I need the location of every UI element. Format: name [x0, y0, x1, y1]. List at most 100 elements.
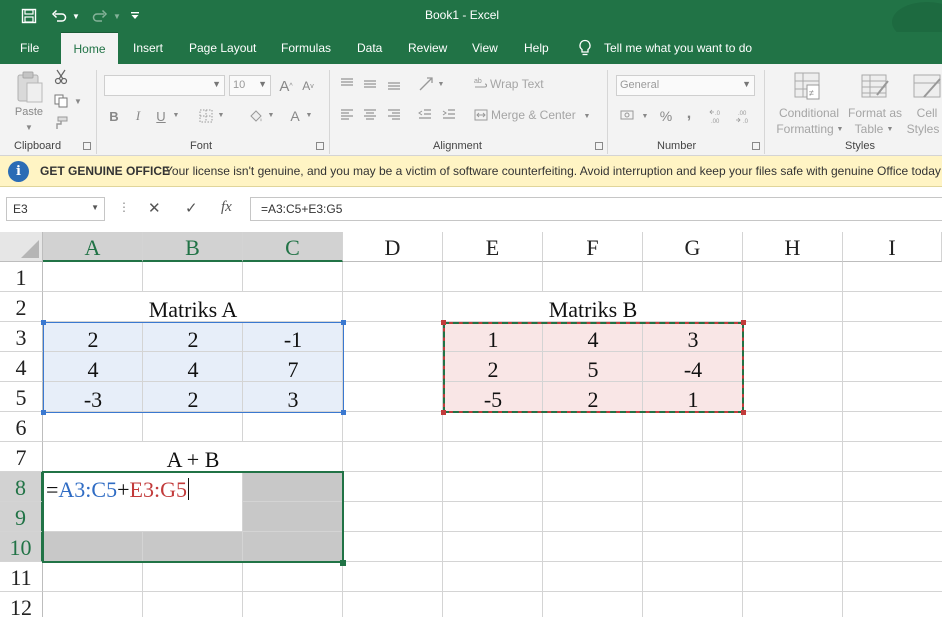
- number-launcher-icon[interactable]: [752, 142, 760, 150]
- tab-help[interactable]: Help: [514, 32, 559, 64]
- conditional-formatting-label-2[interactable]: Formatting: [773, 121, 837, 136]
- align-middle-icon[interactable]: [361, 76, 379, 92]
- alignment-launcher-icon[interactable]: [595, 142, 603, 150]
- font-name-combobox[interactable]: ▼: [104, 75, 225, 96]
- row-header-7[interactable]: 7: [0, 442, 43, 472]
- cell-styles-icon[interactable]: [912, 70, 942, 102]
- copy-dropdown-icon[interactable]: ▼: [72, 94, 84, 108]
- italic-button[interactable]: I: [130, 106, 146, 126]
- row-header-2[interactable]: 2: [0, 292, 43, 322]
- merge-dropdown-icon[interactable]: ▼: [582, 109, 592, 123]
- conditional-formatting-icon[interactable]: ≠: [792, 70, 824, 102]
- format-as-table-icon[interactable]: [859, 70, 891, 102]
- tab-data[interactable]: Data: [347, 32, 392, 64]
- col-header-a[interactable]: A: [43, 232, 143, 262]
- fill-color-icon[interactable]: [246, 106, 266, 126]
- merge-center-icon[interactable]: [473, 106, 489, 124]
- enter-icon[interactable]: ✓: [185, 199, 198, 217]
- merge-center-button[interactable]: Merge & Center: [491, 107, 576, 123]
- range-b-handle[interactable]: [441, 410, 446, 415]
- font-size-combobox[interactable]: 10 ▼: [229, 75, 271, 96]
- conditional-formatting-dropdown-icon[interactable]: ▼: [836, 123, 844, 135]
- range-a-handle[interactable]: [41, 410, 46, 415]
- format-painter-icon[interactable]: [52, 114, 70, 132]
- conditional-formatting-label-1[interactable]: Conditional: [773, 105, 845, 120]
- wrap-text-icon[interactable]: ab: [473, 74, 489, 92]
- tab-home[interactable]: Home: [61, 32, 118, 64]
- col-header-d[interactable]: D: [343, 232, 443, 262]
- cell-styles-label-1[interactable]: Cell: [912, 105, 942, 120]
- sum-title[interactable]: A + B: [43, 444, 343, 474]
- col-header-c[interactable]: C: [243, 232, 343, 262]
- tab-review[interactable]: Review: [398, 32, 457, 64]
- formula-input[interactable]: =A3:C5+E3:G5: [250, 197, 942, 221]
- cell-styles-label-2[interactable]: Styles: [904, 121, 942, 136]
- decrease-indent-icon[interactable]: [416, 106, 434, 122]
- underline-button[interactable]: U: [153, 106, 169, 126]
- align-top-icon[interactable]: [338, 76, 356, 92]
- bold-button[interactable]: B: [106, 106, 122, 126]
- orientation-icon[interactable]: [416, 74, 436, 94]
- range-a-handle[interactable]: [341, 410, 346, 415]
- decrease-decimal-icon[interactable]: .00.0: [734, 106, 756, 126]
- select-all-button[interactable]: [0, 232, 43, 262]
- row-header-9[interactable]: 9: [0, 502, 43, 532]
- increase-indent-icon[interactable]: [440, 106, 458, 122]
- matrix-b-title[interactable]: Matriks B: [443, 294, 743, 324]
- orientation-dropdown-icon[interactable]: ▼: [436, 77, 446, 91]
- cut-icon[interactable]: [52, 68, 70, 86]
- accounting-dropdown-icon[interactable]: ▼: [640, 109, 650, 123]
- copy-icon[interactable]: [52, 92, 70, 110]
- grow-font-button[interactable]: A ^: [277, 76, 295, 96]
- tab-formulas[interactable]: Formulas: [271, 32, 341, 64]
- col-header-h[interactable]: H: [743, 232, 843, 262]
- range-b-handle[interactable]: [741, 410, 746, 415]
- font-color-button[interactable]: A: [286, 106, 304, 126]
- row-header-8[interactable]: 8: [0, 472, 43, 502]
- row-header-10[interactable]: 10: [0, 532, 43, 562]
- matrix-a-title[interactable]: Matriks A: [43, 294, 343, 324]
- clipboard-launcher-icon[interactable]: [83, 142, 91, 150]
- range-a-handle[interactable]: [341, 320, 346, 325]
- row-header-4[interactable]: 4: [0, 352, 43, 382]
- align-left-icon[interactable]: [338, 106, 356, 122]
- number-format-combobox[interactable]: General ▼: [616, 75, 755, 96]
- increase-decimal-icon[interactable]: .0.00: [708, 106, 730, 126]
- fill-handle[interactable]: [340, 560, 346, 566]
- fill-color-dropdown-icon[interactable]: ▼: [266, 108, 276, 122]
- col-header-b[interactable]: B: [143, 232, 243, 262]
- tab-file[interactable]: File: [10, 32, 49, 64]
- borders-dropdown-icon[interactable]: ▼: [216, 108, 226, 122]
- range-a-handle[interactable]: [41, 320, 46, 325]
- accounting-format-icon[interactable]: [618, 107, 638, 125]
- format-as-table-label-2[interactable]: Table: [852, 121, 886, 136]
- shrink-font-button[interactable]: Av: [299, 76, 317, 96]
- percent-style-button[interactable]: %: [657, 106, 675, 126]
- row-header-3[interactable]: 3: [0, 322, 43, 352]
- paste-button[interactable]: Paste: [13, 104, 45, 120]
- col-header-i[interactable]: I: [843, 232, 942, 262]
- col-header-g[interactable]: G: [643, 232, 743, 262]
- row-header-1[interactable]: 1: [0, 262, 43, 292]
- align-bottom-icon[interactable]: [385, 76, 403, 92]
- align-right-icon[interactable]: [385, 106, 403, 122]
- paste-icon[interactable]: [12, 70, 46, 104]
- format-as-table-dropdown-icon[interactable]: ▼: [886, 123, 894, 135]
- row-header-5[interactable]: 5: [0, 382, 43, 412]
- insert-function-icon[interactable]: fx: [221, 199, 232, 216]
- font-color-dropdown-icon[interactable]: ▼: [304, 108, 314, 122]
- wrap-text-button[interactable]: Wrap Text: [490, 76, 544, 92]
- cancel-icon[interactable]: ✕: [148, 199, 161, 217]
- tell-me-search[interactable]: Tell me what you want to do: [604, 32, 752, 64]
- col-header-f[interactable]: F: [543, 232, 643, 262]
- name-box[interactable]: E3 ▼: [6, 197, 105, 221]
- range-b-handle[interactable]: [741, 320, 746, 325]
- range-b-handle[interactable]: [441, 320, 446, 325]
- underline-dropdown-icon[interactable]: ▼: [171, 108, 181, 122]
- row-header-12[interactable]: 12: [0, 592, 43, 617]
- align-center-icon[interactable]: [361, 106, 379, 122]
- row-header-6[interactable]: 6: [0, 412, 43, 442]
- cell-a8-editor[interactable]: =A3:C5+E3:G5: [46, 474, 189, 506]
- format-as-table-label-1[interactable]: Format as: [846, 105, 904, 120]
- row-header-11[interactable]: 11: [0, 562, 43, 592]
